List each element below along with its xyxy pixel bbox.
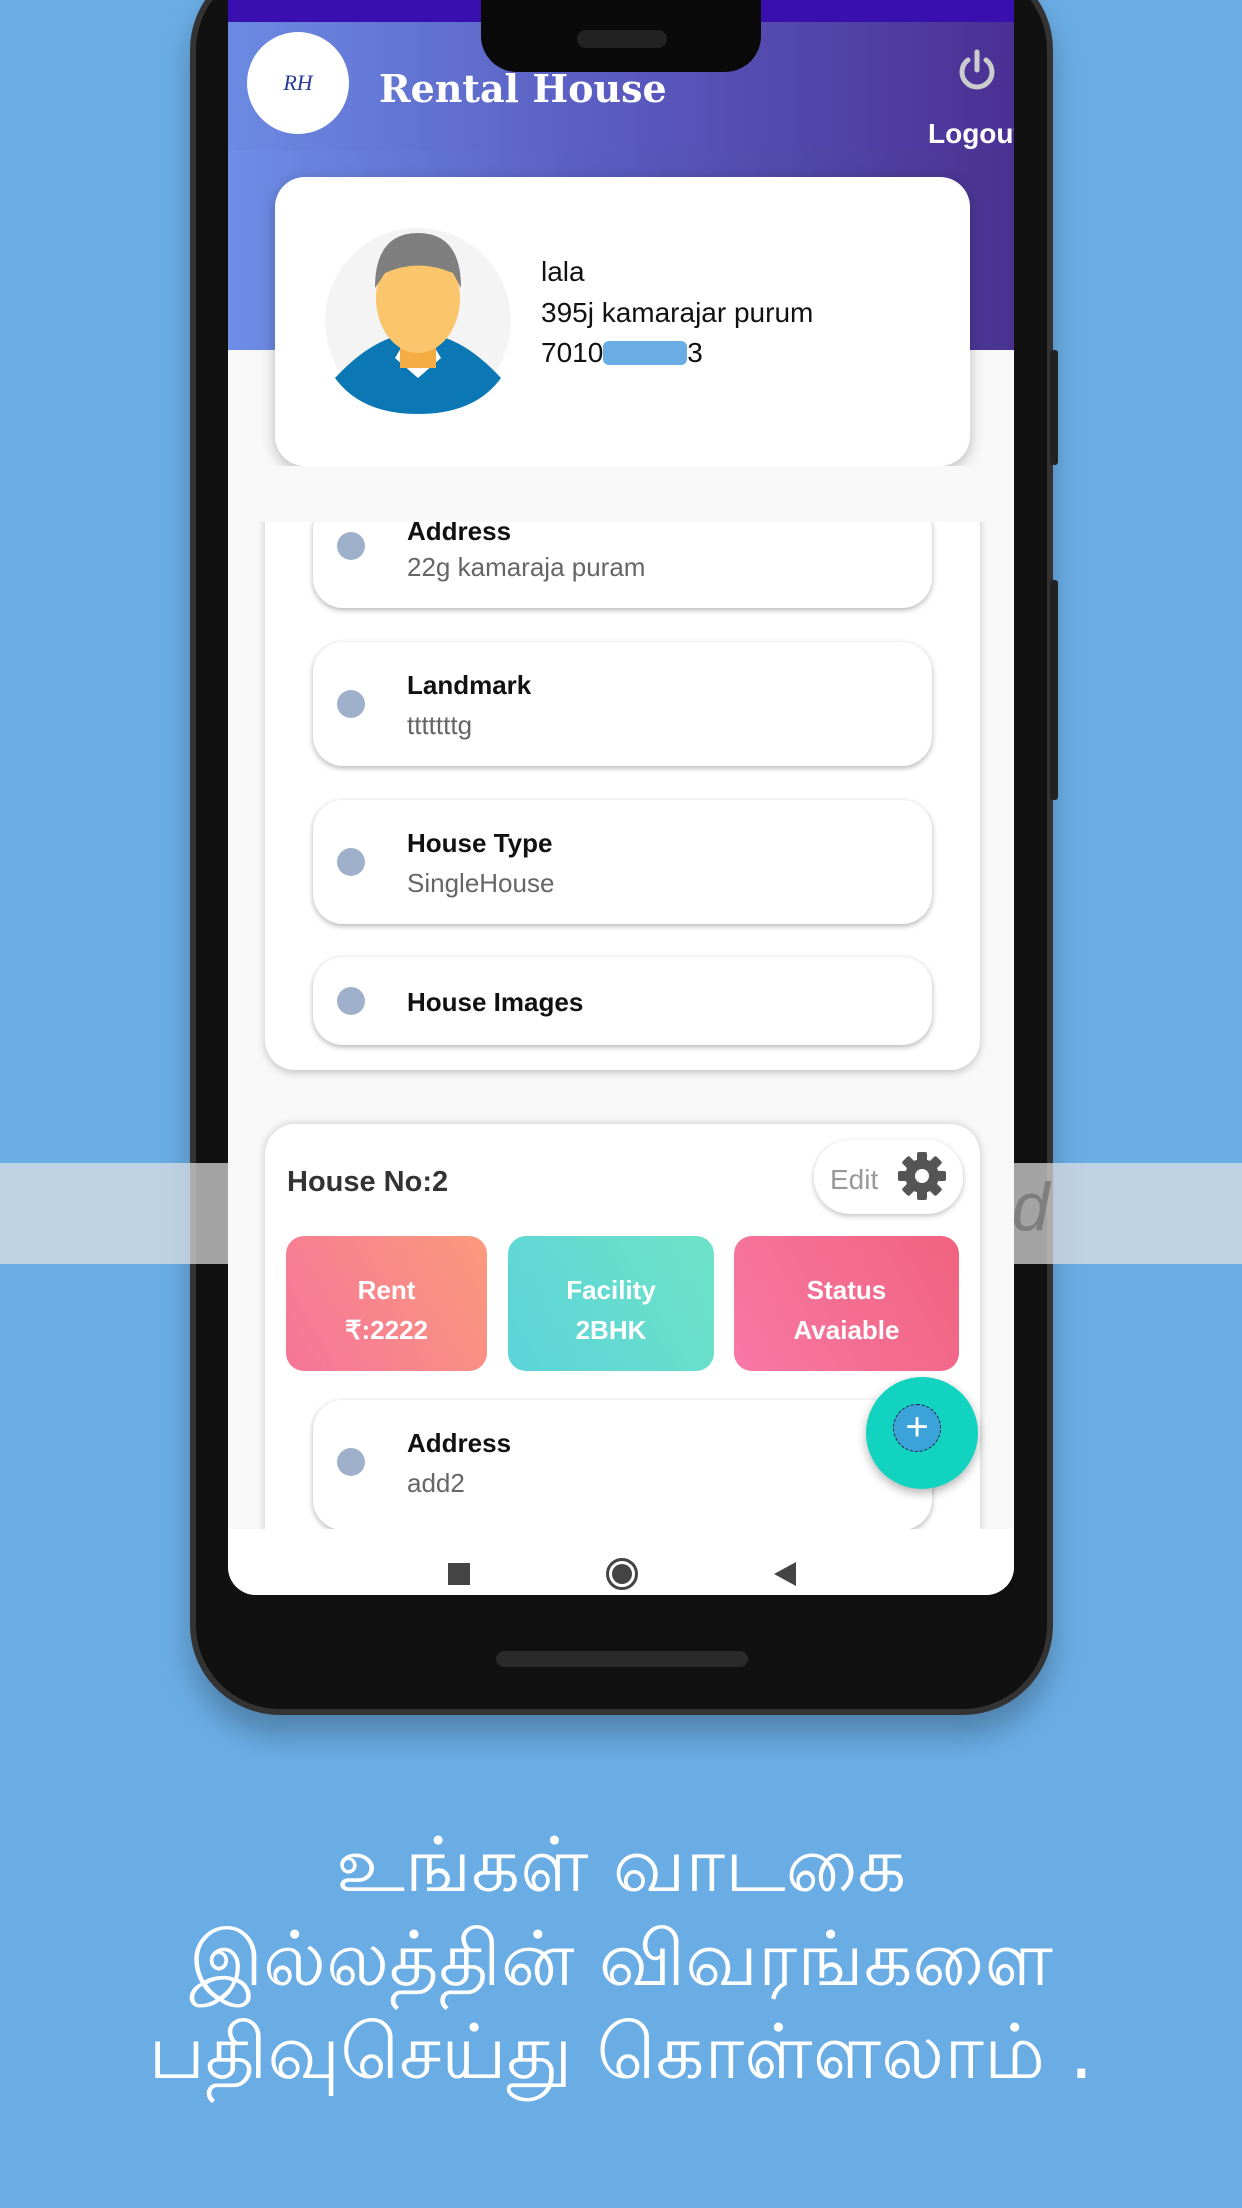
logout-button[interactable]: Logout	[928, 118, 1014, 150]
navigation-bar	[228, 1529, 1014, 1595]
app-screen: RH Rental House Logout lala 395j kamaraj…	[228, 0, 1014, 1595]
item-value: 22g kamaraja puram	[407, 552, 646, 582]
item-label: Landmark	[407, 670, 532, 700]
facility-tile: Facility 2BHK	[508, 1236, 714, 1371]
avatar	[325, 228, 511, 414]
tile-value: ₹:2222	[344, 1315, 429, 1345]
phone-side-button	[1050, 350, 1058, 465]
list-item[interactable]: House Images	[313, 957, 932, 1045]
add-button[interactable]: +	[866, 1377, 978, 1489]
back-icon[interactable]	[774, 1562, 796, 1586]
tile-label: Status	[806, 1275, 887, 1305]
bullet-icon	[337, 987, 365, 1015]
list-item[interactable]: House Type SingleHouse	[313, 800, 932, 924]
bullet-icon	[337, 848, 365, 876]
list-item[interactable]: Address add2	[313, 1400, 932, 1530]
phone-side-button	[1050, 580, 1058, 800]
caption-line: இல்லத்தின் விவரங்களை	[189, 1914, 1053, 2003]
scroll-clip	[228, 466, 1014, 522]
power-icon[interactable]	[955, 48, 999, 92]
caption-line: உங்கள் வாடகை	[335, 1820, 907, 1909]
item-value: add2	[407, 1468, 465, 1498]
item-label: Address	[407, 1428, 512, 1458]
plus-icon: +	[893, 1404, 941, 1452]
home-icon[interactable]	[606, 1558, 638, 1590]
earpiece	[577, 30, 667, 48]
edit-label[interactable]: Edit	[830, 1164, 878, 1196]
item-label: House Images	[407, 987, 584, 1017]
app-title: Rental House	[379, 66, 667, 111]
tile-label: Facility	[566, 1275, 656, 1305]
recents-icon[interactable]	[448, 1563, 470, 1585]
list-item[interactable]: Landmark tttttttg	[313, 642, 932, 766]
rent-tile: Rent ₹:2222	[286, 1236, 487, 1371]
tile-value: 2BHK	[575, 1315, 647, 1345]
house-number: House No:2	[287, 1166, 449, 1198]
caption-line: பதிவுசெய்து கொள்ளலாம் .	[148, 2007, 1094, 2096]
profile-name: lala	[541, 256, 585, 287]
profile-address: 395j kamarajar purum	[541, 297, 814, 328]
profile-phone: 7010 3	[541, 337, 703, 369]
phone-prefix: 7010	[541, 337, 604, 368]
item-value: tttttttg	[407, 710, 473, 740]
logo-text: RH	[283, 70, 313, 95]
item-label: House Type	[407, 828, 553, 858]
bullet-icon	[337, 1448, 365, 1476]
redaction-mark	[603, 341, 688, 365]
item-value: SingleHouse	[407, 868, 555, 898]
app-logo: RH	[247, 32, 349, 134]
tile-label: Rent	[357, 1275, 416, 1305]
gear-icon[interactable]	[896, 1150, 948, 1202]
bullet-icon	[337, 532, 365, 560]
tile-value: Avaiable	[793, 1315, 900, 1345]
phone-suffix: 3	[687, 337, 703, 368]
status-tile: Status Avaiable	[734, 1236, 959, 1371]
bullet-icon	[337, 690, 365, 718]
phone-speaker-grill	[496, 1651, 748, 1667]
